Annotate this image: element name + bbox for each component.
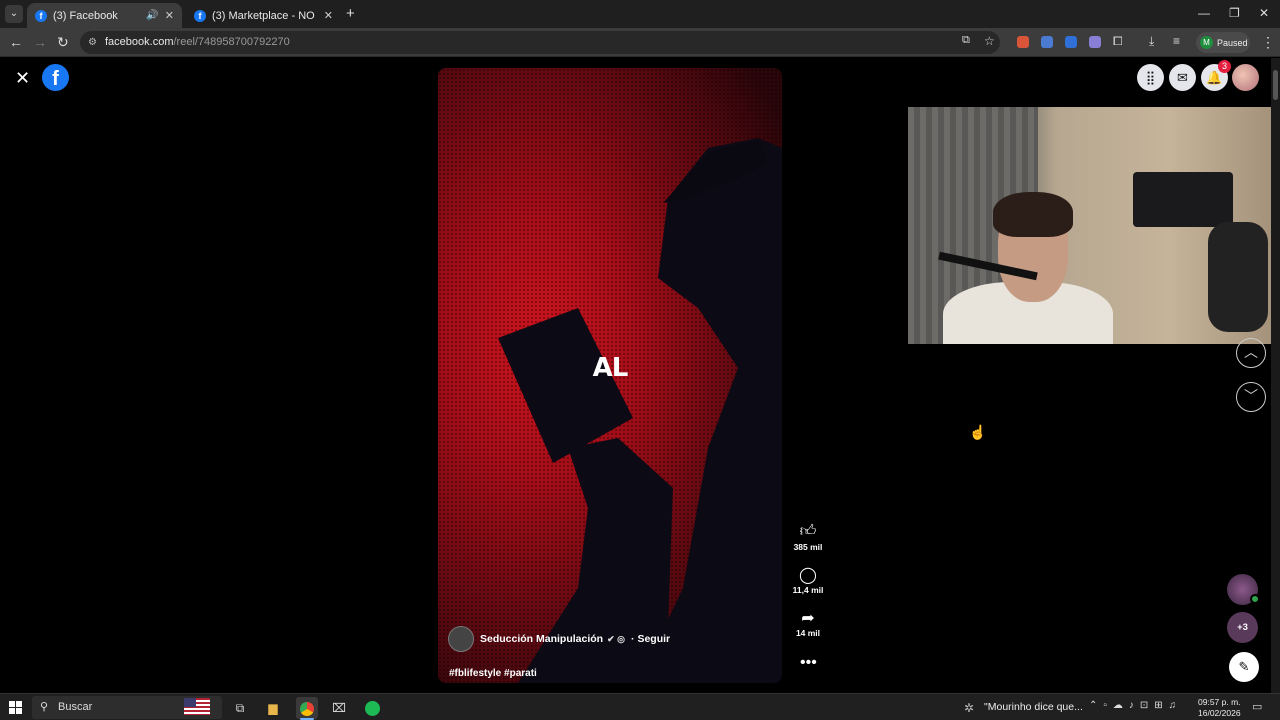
tab-search-button[interactable]: ⌄: [5, 5, 23, 23]
new-tab-icon[interactable]: +: [346, 5, 355, 22]
close-reel-icon[interactable]: ✕: [15, 68, 30, 89]
comment-icon: ◯: [799, 567, 817, 584]
like-count: 385 mil: [793, 542, 823, 552]
extension-icon[interactable]: [1017, 36, 1029, 48]
verified-globe-icon: ✔ ◎: [607, 633, 626, 644]
share-arrow-icon: ➦: [801, 610, 815, 627]
speaker-icon[interactable]: 🔊: [146, 10, 158, 21]
bitwarden-extension-icon[interactable]: [1065, 36, 1077, 48]
previous-reel-chevron-up-icon[interactable]: ︿: [1236, 338, 1266, 368]
notification-badge: 3: [1218, 60, 1231, 73]
reload-icon[interactable]: ↻: [57, 34, 69, 51]
close-tab-icon[interactable]: ✕: [165, 9, 174, 22]
reel-hashtags[interactable]: #fblifestyle #parati: [449, 668, 537, 679]
browser-menu-icon[interactable]: ⋮: [1261, 34, 1275, 51]
mouse-cursor-icon: ☝: [969, 424, 987, 440]
site-info-icon[interactable]: ⚙: [88, 31, 97, 54]
windows-start-icon[interactable]: [9, 701, 22, 714]
task-view-icon[interactable]: ⧉: [229, 697, 251, 719]
weather-news-icon[interactable]: ✲: [958, 697, 980, 719]
facebook-favicon-icon: f: [35, 9, 47, 22]
download-icon[interactable]: ⤓: [1149, 34, 1154, 49]
reel-video[interactable]: AL Seducción Manipulación ✔ ◎ · Seguir #…: [438, 68, 782, 683]
messenger-icon[interactable]: ✉: [1169, 64, 1196, 91]
online-indicator: [1250, 594, 1260, 604]
search-icon: ⚲: [40, 701, 49, 713]
translate-extension-icon[interactable]: [1041, 36, 1053, 48]
webcam-overlay: [908, 107, 1280, 344]
chair: [1208, 222, 1268, 332]
install-app-icon[interactable]: ⧉: [962, 34, 970, 47]
window-close-icon[interactable]: ✕: [1259, 6, 1269, 20]
like-button[interactable]: 👍︎ 385 mil: [788, 522, 828, 552]
windows-taskbar: ⚲ Buscar ⧉ ▆ ⌧ ✲ "Mourinho dice que... ⌃…: [0, 693, 1280, 720]
thumbs-up-icon: 👍︎: [799, 523, 817, 540]
next-reel-chevron-down-icon[interactable]: ﹀: [1236, 382, 1266, 412]
extension-icon[interactable]: [1089, 36, 1101, 48]
url-domain: facebook.com: [105, 36, 174, 48]
news-widget-text[interactable]: "Mourinho dice que...: [984, 701, 1083, 713]
apps-grid-icon[interactable]: ⣿: [1137, 64, 1164, 91]
system-tray-icons[interactable]: ⌃▫☁♪⊡⊞♫: [1089, 700, 1182, 711]
spotify-icon[interactable]: [361, 697, 383, 719]
minimize-icon[interactable]: —: [1198, 6, 1210, 20]
reel-author: Seducción Manipulación ✔ ◎ · Seguir: [448, 626, 670, 652]
share-count: 14 mil: [795, 628, 821, 638]
reel-viewer: ✕ f ⣿ ✉ 🔔 3 AL Seducción Manipulación ✔ …: [0, 58, 1280, 693]
chrome-icon[interactable]: [296, 697, 318, 719]
author-name[interactable]: Seducción Manipulación: [480, 633, 603, 645]
comment-count: 11,4 mil: [792, 585, 824, 595]
url-path: /reel/748958700792270: [173, 36, 290, 48]
notification-center-icon[interactable]: ▭: [1252, 700, 1262, 713]
bed: [1133, 172, 1233, 227]
address-bar[interactable]: ⚙ facebook.com/reel/748958700792270: [80, 31, 1000, 54]
account-avatar[interactable]: [1232, 64, 1259, 91]
browser-tabstrip: ⌄ f (3) Facebook 🔊 ✕ f (3) Marketplace -…: [0, 0, 1280, 28]
profile-button[interactable]: M Paused: [1196, 32, 1250, 53]
clock-date: 16/02/2026: [1198, 708, 1241, 718]
back-icon[interactable]: ←: [9, 34, 23, 50]
new-message-icon[interactable]: ✎: [1229, 652, 1259, 682]
extensions-puzzle-icon[interactable]: ⧠: [1113, 34, 1123, 49]
profile-status: Paused: [1217, 37, 1248, 48]
facebook-favicon-icon: f: [194, 9, 206, 22]
follow-label: Seguir: [637, 633, 671, 645]
facebook-logo[interactable]: f: [42, 64, 69, 91]
media-controls-icon[interactable]: ≡: [1173, 34, 1180, 48]
file-explorer-icon[interactable]: ▆: [262, 697, 284, 719]
follow-button[interactable]: · Seguir: [631, 633, 670, 645]
tab-marketplace[interactable]: f (3) Marketplace - NO VENDO, E ✕: [186, 3, 341, 28]
forward-icon[interactable]: →: [33, 34, 47, 50]
browser-toolbar: ← → ↻ ⚙ facebook.com/reel/74895870079227…: [0, 28, 1280, 57]
restore-icon[interactable]: ❐: [1229, 6, 1240, 20]
tab-title: (3) Marketplace - NO VENDO, E: [212, 9, 318, 22]
author-avatar[interactable]: [448, 626, 474, 652]
bookmark-star-icon[interactable]: ☆: [984, 34, 995, 48]
screen: ⌄ f (3) Facebook 🔊 ✕ f (3) Marketplace -…: [0, 0, 1280, 720]
taskbar-clock[interactable]: 09:57 p. m. 16/02/2026: [1198, 697, 1241, 719]
more-contacts[interactable]: +3: [1227, 612, 1258, 643]
streamer: [938, 187, 1113, 344]
comment-button[interactable]: ◯ 11,4 mil: [788, 565, 828, 595]
page-scrollbar[interactable]: [1271, 58, 1280, 693]
close-tab-icon[interactable]: ✕: [324, 9, 333, 22]
tab-title: (3) Facebook: [53, 9, 118, 22]
share-button[interactable]: ➦ 14 mil: [788, 608, 828, 638]
profile-avatar: M: [1200, 36, 1213, 49]
us-flag-icon: [184, 698, 210, 715]
search-placeholder: Buscar: [58, 701, 93, 713]
tab-facebook[interactable]: f (3) Facebook 🔊 ✕: [27, 3, 182, 28]
more-options-icon[interactable]: •••: [800, 654, 817, 672]
app-icon[interactable]: ⌧: [328, 697, 350, 719]
clock-time: 09:57 p. m.: [1198, 697, 1241, 707]
video-caption-word: AL: [592, 353, 629, 383]
